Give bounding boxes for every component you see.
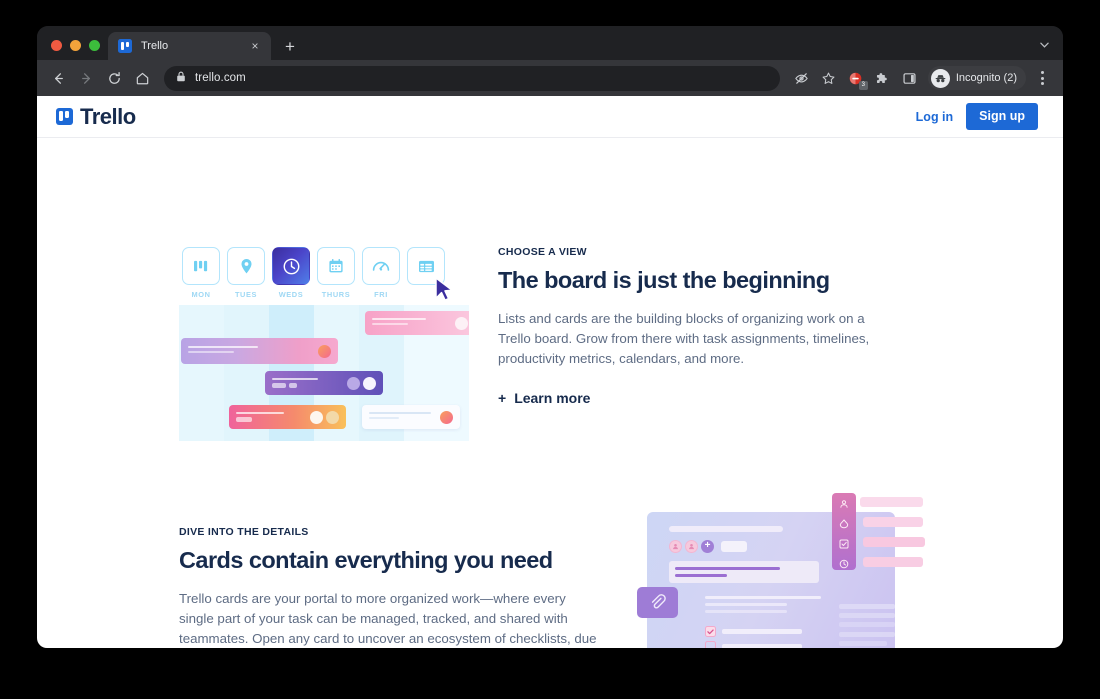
side-panel-icon[interactable] bbox=[898, 66, 922, 90]
timeline-bar[interactable] bbox=[181, 338, 338, 364]
incognito-avatar-icon bbox=[930, 68, 950, 88]
section-body: Trello cards are your portal to more org… bbox=[179, 590, 597, 647]
card-activity-bar bbox=[860, 497, 923, 507]
map-pin-view-icon[interactable] bbox=[227, 247, 265, 285]
checklist-item-text bbox=[722, 629, 802, 634]
maximize-window-button[interactable] bbox=[89, 40, 100, 51]
card-label-chip[interactable] bbox=[721, 541, 747, 552]
address-bar[interactable]: trello.com bbox=[164, 65, 780, 91]
arrow-right-icon[interactable] bbox=[73, 65, 99, 91]
calendar-view-icon[interactable] bbox=[317, 247, 355, 285]
card-activity-bar bbox=[863, 537, 925, 547]
section-title: The board is just the beginning bbox=[498, 267, 830, 293]
page-viewport: Trello Log in Sign up MON TUES WEDS THUR… bbox=[37, 96, 1063, 648]
day-label: WEDS bbox=[278, 290, 304, 299]
card-activity-bar bbox=[863, 557, 923, 567]
mouse-cursor-icon bbox=[433, 276, 457, 306]
timeline-view-illustration: MON TUES WEDS THURS FRI bbox=[179, 247, 469, 457]
timeline-day-labels: MON TUES WEDS THURS FRI bbox=[179, 290, 469, 299]
extension-adblock-icon[interactable]: 3 bbox=[844, 66, 868, 90]
new-tab-button[interactable]: + bbox=[277, 33, 303, 59]
paperclip-icon[interactable] bbox=[637, 587, 678, 618]
eye-off-icon[interactable] bbox=[790, 66, 814, 90]
toolbar-icon-group: 3 Incognito (2) bbox=[790, 66, 1053, 90]
site-header: Trello Log in Sign up bbox=[37, 96, 1063, 138]
star-icon[interactable] bbox=[817, 66, 841, 90]
window-traffic-lights bbox=[47, 40, 108, 60]
card-body-line bbox=[705, 596, 821, 600]
close-tab-icon[interactable]: × bbox=[247, 38, 263, 54]
section-copy: CHOOSE A VIEW The board is just the begi… bbox=[498, 246, 898, 406]
card-detail-illustration: + bbox=[635, 493, 925, 648]
card-title-placeholder bbox=[669, 526, 783, 532]
section-kicker: CHOOSE A VIEW bbox=[498, 246, 587, 258]
close-window-button[interactable] bbox=[51, 40, 62, 51]
day-label: FRI bbox=[374, 290, 388, 299]
signup-button[interactable]: Sign up bbox=[966, 103, 1038, 130]
member-icon[interactable] bbox=[838, 498, 851, 511]
add-member-button[interactable]: + bbox=[701, 540, 714, 553]
card-body-line bbox=[705, 610, 787, 614]
timeline-bar[interactable] bbox=[362, 405, 460, 429]
view-switcher-tiles bbox=[179, 247, 469, 301]
section-choose-a-view: MON TUES WEDS THURS FRI CHOOSE A VIEW Th… bbox=[37, 139, 1063, 441]
kebab-menu-icon[interactable] bbox=[1031, 66, 1053, 90]
chevron-down-icon[interactable] bbox=[1033, 34, 1055, 56]
checklist-item-text bbox=[722, 644, 802, 648]
profile-label: Incognito (2) bbox=[955, 72, 1017, 84]
section-copy: DIVE INTO THE DETAILS Cards contain ever… bbox=[179, 526, 599, 648]
tab-title: Trello bbox=[141, 40, 169, 52]
timeline-grid bbox=[179, 305, 469, 441]
learn-more-label: Learn more bbox=[514, 389, 591, 406]
lock-icon bbox=[176, 69, 186, 87]
card-sidebar-strip bbox=[832, 493, 856, 570]
due-date-clock-icon[interactable] bbox=[838, 557, 851, 570]
card-body-line bbox=[705, 603, 787, 607]
tab-strip: Trello × + bbox=[37, 26, 1063, 60]
learn-more-link[interactable]: + Learn more bbox=[498, 390, 898, 406]
arrow-left-icon[interactable] bbox=[45, 65, 71, 91]
trello-logo-icon bbox=[56, 108, 73, 125]
plus-icon: + bbox=[498, 389, 507, 406]
extension-badge-count: 3 bbox=[858, 81, 868, 90]
trello-favicon-icon bbox=[118, 39, 132, 53]
section-body: Lists and cards are the building blocks … bbox=[498, 310, 870, 367]
member-avatar-icon[interactable] bbox=[669, 540, 682, 553]
section-dive-into-the-details: DIVE INTO THE DETAILS Cards contain ever… bbox=[37, 481, 1063, 648]
brand-name: Trello bbox=[80, 103, 136, 129]
member-avatar-icon[interactable] bbox=[685, 540, 698, 553]
section-kicker: DIVE INTO THE DETAILS bbox=[179, 526, 309, 538]
card-activity-bar bbox=[863, 517, 923, 527]
label-icon[interactable] bbox=[838, 518, 851, 531]
brand-logo[interactable]: Trello bbox=[51, 104, 136, 130]
address-bar-url: trello.com bbox=[195, 72, 246, 84]
timeline-bar[interactable] bbox=[229, 405, 346, 429]
minimize-window-button[interactable] bbox=[70, 40, 81, 51]
timeline-clock-view-icon[interactable] bbox=[272, 247, 453, 301]
home-icon[interactable] bbox=[129, 65, 155, 91]
timeline-bar[interactable] bbox=[365, 311, 469, 335]
login-link[interactable]: Log in bbox=[916, 110, 954, 124]
day-label: THURS bbox=[321, 290, 351, 299]
day-label: TUES bbox=[234, 290, 258, 299]
checklist-item-unchecked[interactable] bbox=[705, 641, 716, 648]
reload-icon[interactable] bbox=[101, 65, 127, 91]
dashboard-gauge-view-icon[interactable] bbox=[362, 247, 400, 285]
card-description-block bbox=[669, 561, 819, 583]
browser-toolbar: trello.com 3 Incognito (2) bbox=[37, 60, 1063, 96]
board-view-icon[interactable] bbox=[182, 247, 220, 285]
day-label: MON bbox=[191, 290, 211, 299]
browser-window: Trello × + trello.com 3 Incognito (2) Tr… bbox=[37, 26, 1063, 648]
puzzle-extensions-icon[interactable] bbox=[871, 66, 895, 90]
profile-incognito-chip[interactable]: Incognito (2) bbox=[927, 66, 1026, 90]
timeline-bar[interactable] bbox=[265, 371, 383, 395]
checklist-item-checked[interactable] bbox=[705, 626, 716, 637]
browser-tab[interactable]: Trello × bbox=[108, 32, 271, 60]
checklist-icon[interactable] bbox=[838, 538, 851, 551]
section-title: Cards contain everything you need bbox=[179, 547, 553, 573]
header-actions: Log in Sign up bbox=[916, 103, 1038, 130]
